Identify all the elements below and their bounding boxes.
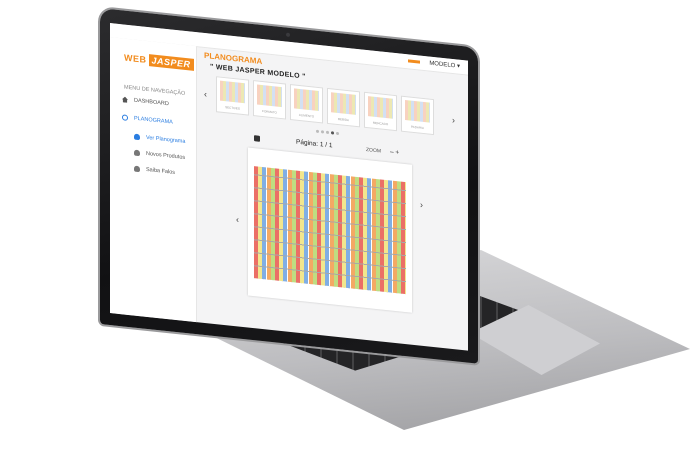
user-icon: [134, 149, 140, 157]
thumbnail-list: SECTIVES FORMATO ALIMENTO BEBIDA MERCADO…: [216, 76, 434, 136]
planogram-viewer: [248, 147, 412, 313]
viewer-next-button[interactable]: ›: [420, 200, 423, 210]
thumbnail-image: [405, 100, 430, 123]
app-screen: MODELO ▾ WEB JASPER MENU DE NAVEGAÇÃO DA…: [110, 23, 468, 351]
thumbnail-caption: FORMATO: [262, 109, 277, 115]
carousel-dot[interactable]: [331, 131, 334, 135]
sidebar-item-ver-planograma[interactable]: Ver Planograma: [134, 133, 186, 145]
sidebar-item-label: Saiba Falos: [146, 166, 176, 176]
model-select[interactable]: MODELO ▾: [429, 60, 460, 70]
planogram-image: [254, 166, 406, 295]
sidebar-item-label: Novos Produtos: [146, 150, 186, 161]
user-icon: [134, 133, 140, 141]
thumbnail-image: [368, 96, 393, 119]
thumbnail-image: [220, 80, 245, 104]
carousel-dot[interactable]: [316, 129, 319, 134]
thumbnail-image: [257, 84, 282, 108]
sidebar-item-novos-produtos[interactable]: Novos Produtos: [134, 149, 186, 161]
sidebar-item-dashboard[interactable]: DASHBOARD: [122, 96, 169, 107]
carousel-next-button[interactable]: ›: [452, 115, 455, 125]
page-indicator: Página: 1 / 1: [296, 138, 333, 150]
sidebar-item-planograma[interactable]: PLANOGRAMA: [122, 114, 173, 126]
thumbnail[interactable]: PADARIA: [401, 95, 434, 136]
thumbnail-image: [294, 88, 319, 112]
thumbnail-image: [331, 92, 356, 115]
print-icon[interactable]: [254, 135, 260, 142]
thumbnail[interactable]: MERCADO: [364, 91, 397, 132]
carousel-prev-button[interactable]: ‹: [204, 89, 207, 99]
thumbnail-caption: PADARIA: [411, 124, 424, 131]
sidebar-item-label: Ver Planograma: [146, 134, 186, 145]
viewer-prev-button[interactable]: ‹: [236, 214, 239, 224]
thumbnail-caption: SECTIVES: [225, 105, 240, 111]
thumbnail[interactable]: BEBIDA: [327, 87, 360, 128]
thumbnail[interactable]: FORMATO: [253, 80, 286, 120]
sidebar-item-saiba-falos[interactable]: Saiba Falos: [134, 165, 176, 176]
user-icon: [134, 165, 140, 173]
carousel-dot[interactable]: [326, 130, 329, 135]
thumbnail[interactable]: ALIMENTO: [290, 83, 323, 124]
grid-icon: [122, 114, 128, 121]
sidebar-item-label: PLANOGRAMA: [134, 115, 173, 126]
home-icon: [122, 96, 128, 103]
laptop-frame: MODELO ▾ WEB JASPER MENU DE NAVEGAÇÃO DA…: [0, 0, 700, 466]
carousel-dot[interactable]: [321, 130, 324, 134]
nav-heading: MENU DE NAVEGAÇÃO: [124, 84, 186, 97]
zoom-controls[interactable]: – +: [390, 148, 399, 156]
zoom-label: ZOOM: [366, 146, 381, 155]
carousel-dot[interactable]: [336, 131, 339, 136]
logo[interactable]: WEB JASPER: [124, 51, 194, 72]
main-content: PLANOGRAMA " WEB JASPER MODELO " ‹ SECTI…: [196, 46, 468, 351]
thumbnail[interactable]: SECTIVES: [216, 76, 249, 116]
thumbnail-caption: BEBIDA: [337, 117, 349, 123]
brand-mark: [408, 59, 420, 64]
logo-web-text: WEB: [124, 52, 147, 65]
sidebar-item-label: DASHBOARD: [134, 97, 169, 108]
thumbnail-caption: MERCADO: [372, 120, 389, 127]
logo-jasper-text: JASPER: [148, 54, 194, 71]
laptop-lid: MODELO ▾ WEB JASPER MENU DE NAVEGAÇÃO DA…: [100, 8, 478, 364]
thumbnail-caption: ALIMENTO: [298, 112, 315, 119]
sidebar: WEB JASPER MENU DE NAVEGAÇÃO DASHBOARD P…: [110, 37, 197, 323]
camera-icon: [286, 32, 290, 37]
